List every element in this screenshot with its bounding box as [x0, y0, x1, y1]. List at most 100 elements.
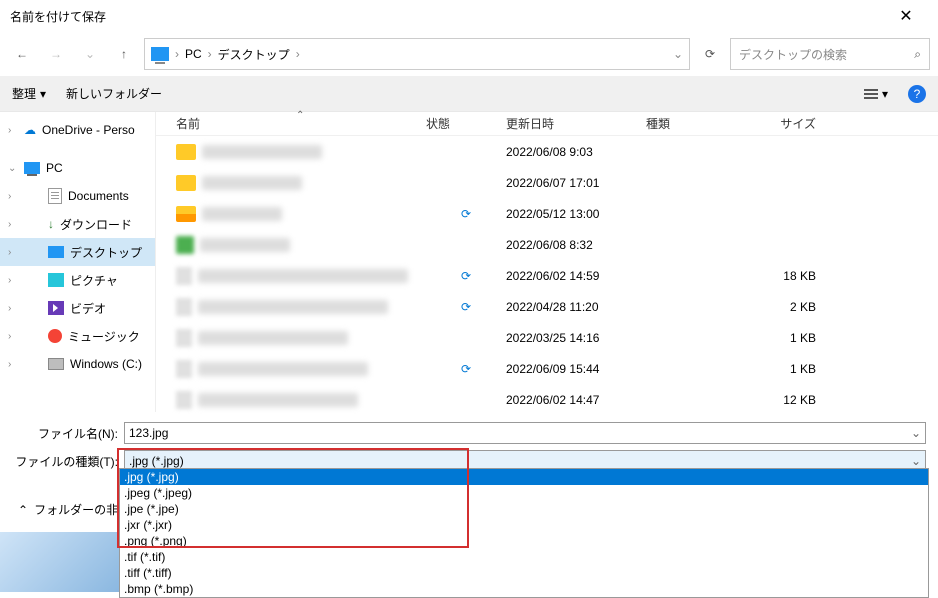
nav-recent-button[interactable]: ⌄ [76, 40, 104, 68]
sync-icon: ⟳ [461, 207, 471, 221]
sidebar-item-videos[interactable]: ›ビデオ [0, 294, 155, 322]
sidebar-item-cdrive[interactable]: ›Windows (C:) [0, 350, 155, 378]
file-date: 2022/06/08 9:03 [506, 145, 646, 159]
filetype-option[interactable]: .tiff (*.tiff) [120, 565, 928, 581]
search-input[interactable]: デスクトップの検索 ⌕ [730, 38, 930, 70]
sync-icon: ⟳ [461, 362, 471, 376]
col-size[interactable]: サイズ [766, 115, 836, 132]
file-date: 2022/05/12 13:00 [506, 207, 646, 221]
breadcrumb-pc[interactable]: PC [185, 47, 202, 61]
table-row[interactable]: 2022/06/08 8:32 [156, 229, 938, 260]
new-folder-button[interactable]: 新しいフォルダー [66, 85, 162, 102]
chevron-up-icon: ⌃ [18, 503, 28, 517]
col-type[interactable]: 種類 [646, 115, 766, 132]
sidebar-item-onedrive[interactable]: ›☁OneDrive - Perso [0, 116, 155, 144]
document-icon [48, 188, 62, 204]
help-button[interactable]: ? [908, 85, 926, 103]
file-list[interactable]: ⌃ 名前 状態 更新日時 種類 サイズ 2022/06/08 9:03 2022/… [155, 112, 938, 412]
nav-back-button[interactable]: ← [8, 40, 36, 68]
file-icon [176, 329, 192, 347]
picture-icon [48, 273, 64, 287]
sidebar-item-documents[interactable]: ›Documents [0, 182, 155, 210]
filetype-option[interactable]: .bmp (*.bmp) [120, 581, 928, 597]
file-date: 2022/04/28 11:20 [506, 300, 646, 314]
address-bar[interactable]: › PC › デスクトップ › ⌄ [144, 38, 690, 70]
file-size: 1 KB [766, 362, 836, 376]
table-row[interactable]: ⟳ 2022/06/09 15:44 1 KB [156, 353, 938, 384]
sidebar-item-pc[interactable]: ⌄PC [0, 154, 155, 182]
file-icon [176, 391, 192, 409]
download-icon: ↓ [48, 217, 54, 231]
filename-input[interactable]: 123.jpg⌄ [124, 422, 926, 444]
sync-icon: ⟳ [461, 269, 471, 283]
column-headers[interactable]: 名前 状態 更新日時 種類 サイズ [156, 112, 938, 136]
music-icon [48, 329, 62, 343]
search-placeholder: デスクトップの検索 [739, 46, 914, 63]
col-status[interactable]: 状態 [426, 115, 506, 132]
sidebar-item-downloads[interactable]: ›↓ダウンロード [0, 210, 155, 238]
filetype-option[interactable]: .jpe (*.jpe) [120, 501, 928, 517]
filetype-option[interactable]: .jpeg (*.jpeg) [120, 485, 928, 501]
file-icon [176, 360, 192, 378]
drive-icon [48, 358, 64, 370]
sync-icon: ⟳ [461, 300, 471, 314]
chevron-right-icon: › [296, 47, 300, 61]
nav-up-button[interactable]: ↑ [110, 40, 138, 68]
sidebar: ›☁OneDrive - Perso ⌄PC ›Documents ›↓ダウンロ… [0, 112, 155, 412]
nav-forward-button[interactable]: → [42, 40, 70, 68]
filetype-label: ファイルの種類(T): [12, 453, 124, 470]
table-row[interactable]: ⟳ 2022/04/28 11:20 2 KB [156, 291, 938, 322]
chevron-down-icon[interactable]: ⌄ [673, 47, 683, 61]
cloud-icon: ☁ [24, 123, 36, 137]
file-icon [176, 298, 192, 316]
file-date: 2022/06/02 14:59 [506, 269, 646, 283]
file-size: 1 KB [766, 331, 836, 345]
pc-icon [24, 162, 40, 174]
file-date: 2022/03/25 14:16 [506, 331, 646, 345]
chevron-down-icon[interactable]: ⌄ [911, 426, 921, 440]
file-size: 2 KB [766, 300, 836, 314]
file-icon [176, 144, 196, 160]
table-row[interactable]: ⟳2022/06/02 14:5918 KB [156, 260, 938, 291]
filename-label: ファイル名(N): [12, 425, 124, 442]
filetype-dropdown[interactable]: .jpg (*.jpg).jpeg (*.jpeg).jpe (*.jpe).j… [119, 468, 929, 598]
table-row[interactable]: 2022/06/07 17:01 [156, 167, 938, 198]
table-row[interactable]: 2022/06/08 9:03 [156, 136, 938, 167]
file-icon [176, 206, 196, 222]
file-date: 2022/06/07 17:01 [506, 176, 646, 190]
file-date: 2022/06/02 14:47 [506, 393, 646, 407]
refresh-button[interactable]: ⟳ [696, 40, 724, 68]
file-size: 12 KB [766, 393, 836, 407]
desktop-background [0, 532, 121, 592]
filetype-option[interactable]: .jpg (*.jpg) [120, 469, 928, 485]
filetype-option[interactable]: .tif (*.tif) [120, 549, 928, 565]
chevron-down-icon: ▾ [882, 87, 888, 101]
organize-menu[interactable]: 整理▾ [12, 85, 46, 102]
video-icon [48, 301, 64, 315]
table-row[interactable]: ⟳ 2022/05/12 13:00 [156, 198, 938, 229]
chevron-right-icon: › [208, 47, 212, 61]
sidebar-item-pictures[interactable]: ›ピクチャ [0, 266, 155, 294]
col-date[interactable]: 更新日時 [506, 115, 646, 132]
sort-indicator-icon: ⌃ [296, 110, 304, 121]
pc-icon [151, 47, 169, 61]
breadcrumb-desktop[interactable]: デスクトップ [218, 46, 290, 63]
file-date: 2022/06/09 15:44 [506, 362, 646, 376]
file-icon [176, 236, 194, 254]
chevron-down-icon[interactable]: ⌄ [911, 454, 921, 468]
table-row[interactable]: 2022/06/02 14:47 12 KB [156, 384, 938, 415]
close-button[interactable]: ✕ [884, 6, 928, 26]
chevron-right-icon: › [175, 47, 179, 61]
list-view-icon [864, 89, 878, 99]
file-icon [176, 175, 196, 191]
search-icon: ⌕ [914, 47, 921, 62]
chevron-down-icon: ▾ [40, 87, 46, 101]
view-options-button[interactable]: ▾ [864, 87, 888, 101]
filetype-option[interactable]: .jxr (*.jxr) [120, 517, 928, 533]
filetype-option[interactable]: .png (*.png) [120, 533, 928, 549]
desktop-icon [48, 246, 64, 258]
table-row[interactable]: 2022/03/25 14:16 1 KB [156, 322, 938, 353]
file-date: 2022/06/08 8:32 [506, 238, 646, 252]
sidebar-item-desktop[interactable]: ›デスクトップ [0, 238, 155, 266]
sidebar-item-music[interactable]: ›ミュージック [0, 322, 155, 350]
